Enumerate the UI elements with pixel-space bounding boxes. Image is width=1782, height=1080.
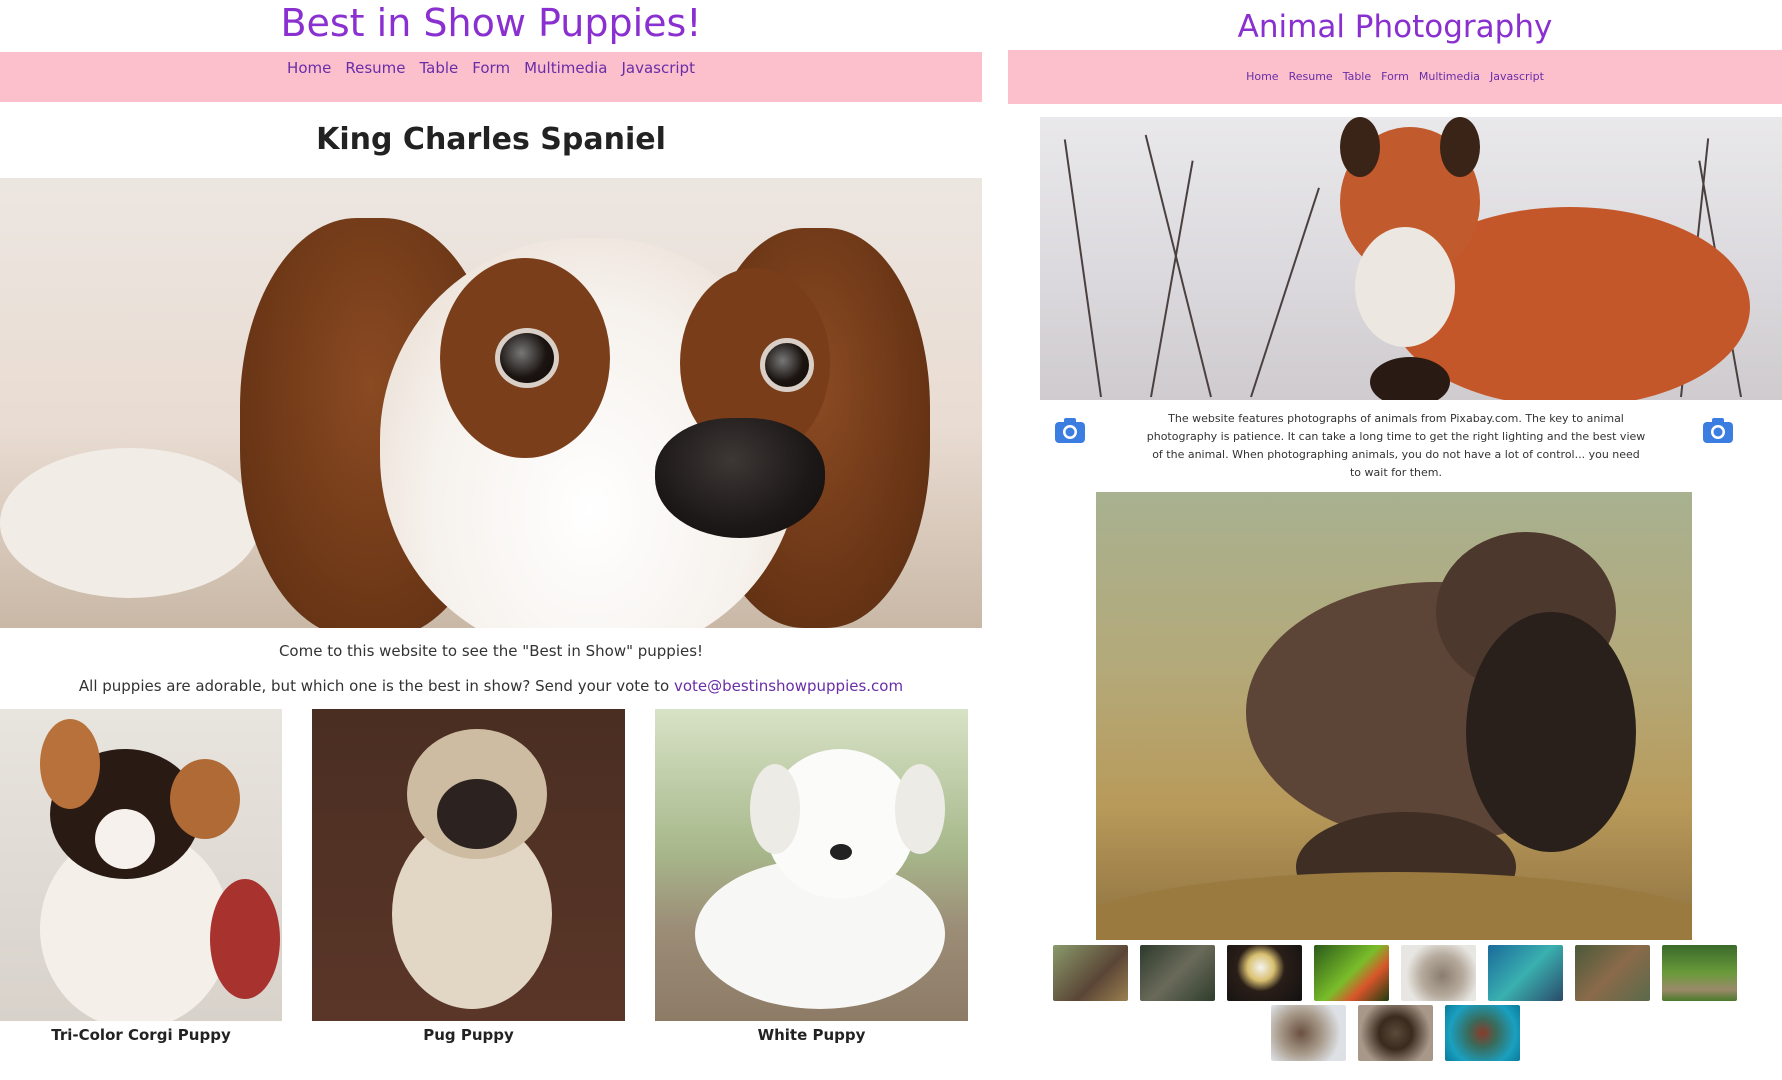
nav-form[interactable]: Form xyxy=(472,59,510,77)
nav-javascript[interactable]: Javascript xyxy=(1490,70,1544,83)
thumbnail-rabbit[interactable] xyxy=(1662,945,1737,1001)
fox-legs xyxy=(1370,357,1450,400)
puppy-card-pug: Pug Puppy xyxy=(312,709,625,1044)
pug-photo xyxy=(312,709,625,1021)
navbar: Home Resume Table Form Multimedia Javasc… xyxy=(0,52,982,102)
thumbnail-gallery xyxy=(1008,943,1782,1063)
about-text: The website features photographs of anim… xyxy=(1146,412,1646,479)
fox-ear-right xyxy=(1440,117,1480,177)
corgi-ear-right xyxy=(170,759,240,839)
thumbnail-spider[interactable] xyxy=(1357,1005,1433,1061)
puppy-label: Tri-Color Corgi Puppy xyxy=(51,1026,231,1044)
puppy-gallery: Tri-Color Corgi Puppy Pug Puppy White Pu… xyxy=(0,709,982,1049)
thumbnail-frog[interactable] xyxy=(1314,945,1389,1001)
paw-shape xyxy=(0,448,260,598)
thumbnail-eagle[interactable] xyxy=(1227,945,1302,1001)
thumbnail-otter[interactable] xyxy=(1575,945,1650,1001)
bison-main-image xyxy=(1096,492,1692,940)
tree-branch xyxy=(1150,160,1194,398)
puppy-card-corgi: Tri-Color Corgi Puppy xyxy=(0,709,282,1044)
tree-branch xyxy=(1144,134,1212,398)
puppy-card-white: White Puppy xyxy=(655,709,968,1044)
camera-icon[interactable] xyxy=(1702,416,1734,444)
vote-email-link[interactable]: vote@bestinshowpuppies.com xyxy=(674,677,903,695)
thumbnail-bison[interactable] xyxy=(1053,945,1128,1001)
dog-nose xyxy=(655,418,825,538)
nav-javascript[interactable]: Javascript xyxy=(621,59,694,77)
thumbnail-deer[interactable] xyxy=(1140,945,1215,1001)
thumbnail-turtle[interactable] xyxy=(1444,1005,1520,1061)
white-ear-left xyxy=(750,764,800,854)
site-title: Animal Photography xyxy=(1237,9,1553,45)
corgi-snout xyxy=(95,809,155,869)
eye-left xyxy=(495,328,559,388)
site-title: Best in Show Puppies! xyxy=(280,1,702,45)
nav-home[interactable]: Home xyxy=(287,59,331,77)
eye-right xyxy=(760,338,814,392)
tree-branch xyxy=(1063,139,1102,398)
tree-branch xyxy=(1250,187,1320,398)
fox-ear-left xyxy=(1340,117,1380,177)
intro-text: Come to this website to see the "Best in… xyxy=(278,642,704,660)
nav-table[interactable]: Table xyxy=(1343,70,1371,83)
fox-banner-image xyxy=(1040,117,1782,400)
nav-multimedia[interactable]: Multimedia xyxy=(1419,70,1480,83)
fox-chest xyxy=(1355,227,1455,347)
white-puppy-photo xyxy=(655,709,968,1021)
navbar: Home Resume Table Form Multimedia Javasc… xyxy=(1008,50,1782,104)
about-section: The website features photographs of anim… xyxy=(1008,400,1782,492)
nav-form[interactable]: Form xyxy=(1381,70,1409,83)
white-nose xyxy=(830,844,852,860)
page-heading: King Charles Spaniel xyxy=(316,122,666,157)
corgi-ear-left xyxy=(40,719,100,809)
nav-home[interactable]: Home xyxy=(1246,70,1278,83)
puppy-label: White Puppy xyxy=(757,1026,866,1044)
animal-photography-page: Animal Photography Home Resume Table For… xyxy=(1008,0,1782,1080)
spaniel-hero-image xyxy=(0,178,982,628)
thumbnail-hedgehog[interactable] xyxy=(1401,945,1476,1001)
nav-resume[interactable]: Resume xyxy=(1289,70,1333,83)
nav-multimedia[interactable]: Multimedia xyxy=(524,59,607,77)
nav-table[interactable]: Table xyxy=(419,59,458,77)
nav-resume[interactable]: Resume xyxy=(345,59,405,77)
vote-paragraph: All puppies are adorable, but which one … xyxy=(0,677,982,695)
grass xyxy=(1096,872,1692,940)
thumbnail-lizard[interactable] xyxy=(1488,945,1563,1001)
bison-head xyxy=(1466,612,1636,852)
puppies-page: Best in Show Puppies! Home Resume Table … xyxy=(0,0,982,1080)
puppy-label: Pug Puppy xyxy=(423,1026,514,1044)
white-ear-right xyxy=(895,764,945,854)
vote-text: All puppies are adorable, but which one … xyxy=(78,677,674,695)
panel-divider xyxy=(982,0,1008,1080)
toy-red xyxy=(210,879,280,999)
thumbnail-ram[interactable] xyxy=(1270,1005,1346,1061)
camera-icon[interactable] xyxy=(1054,416,1086,444)
pug-muzzle xyxy=(437,779,517,849)
corgi-photo xyxy=(0,709,282,1021)
